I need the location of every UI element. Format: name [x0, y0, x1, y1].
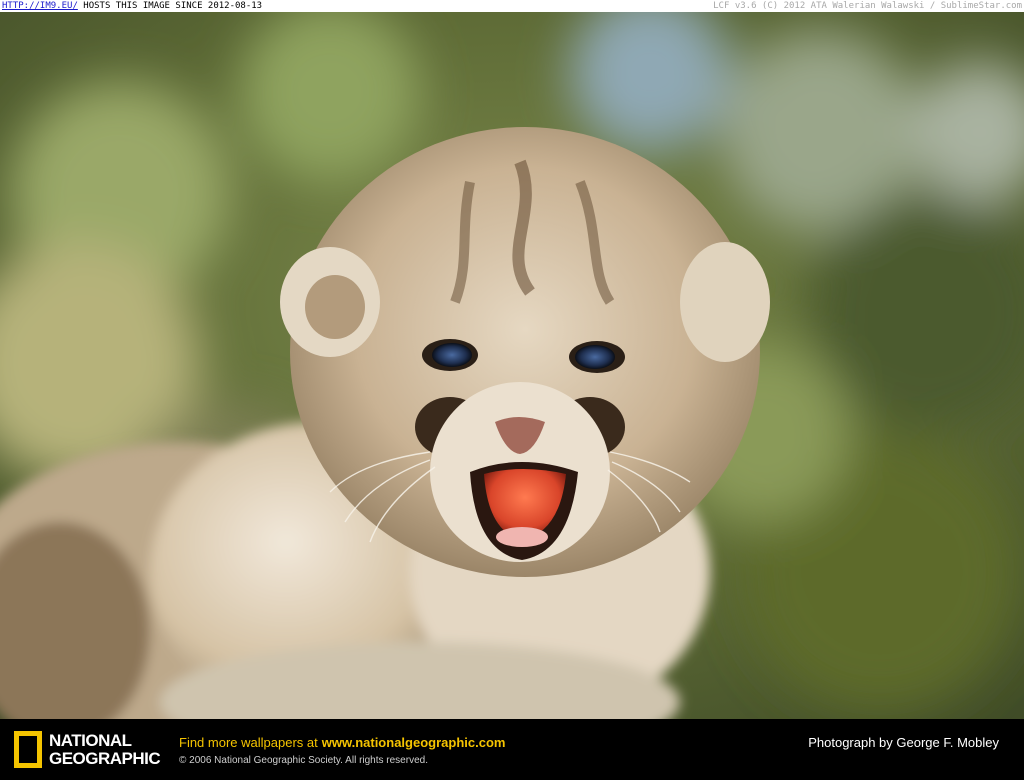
- logo-line-1: NATIONAL: [49, 731, 132, 750]
- wallpaper-promo: Find more wallpapers at www.nationalgeogr…: [179, 735, 505, 750]
- photo-credit: Photograph by George F. Mobley: [808, 735, 999, 750]
- host-link[interactable]: HTTP://IM9.EU/: [2, 1, 78, 11]
- logo-line-2: GEOGRAPHIC: [49, 749, 161, 768]
- host-since-text: HOSTS THIS IMAGE SINCE 2012-08-13: [83, 1, 263, 11]
- host-bar-credit: LCF v3.6 (C) 2012 ATA Walerian Walawski …: [713, 1, 1022, 11]
- nat-geo-wordmark: NATIONAL GEOGRAPHIC: [49, 731, 161, 768]
- promo-site-link[interactable]: www.nationalgeographic.com: [322, 735, 506, 750]
- host-bar: HTTP://IM9.EU/ HOSTS THIS IMAGE SINCE 20…: [0, 0, 1024, 12]
- cub-photo-illustration: [0, 12, 1024, 719]
- promo-text: Find more wallpapers at: [179, 735, 318, 750]
- copyright-notice: © 2006 National Geographic Society. All …: [179, 755, 428, 766]
- footer-bar: NATIONAL GEOGRAPHIC Find more wallpapers…: [0, 719, 1024, 780]
- host-bar-left: HTTP://IM9.EU/ HOSTS THIS IMAGE SINCE 20…: [2, 0, 262, 12]
- wallpaper-photo: [0, 12, 1024, 719]
- nat-geo-yellow-border-logo: [14, 731, 42, 768]
